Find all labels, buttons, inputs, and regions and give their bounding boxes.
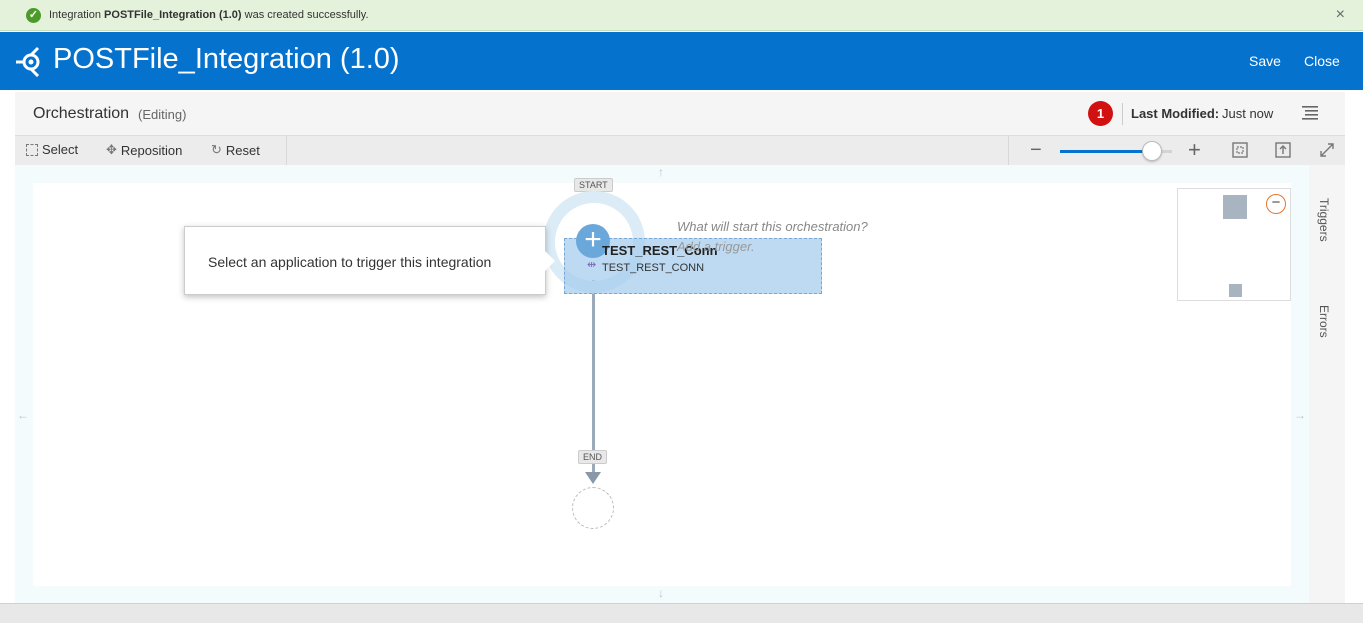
zoom-slider-handle[interactable]: [1141, 141, 1162, 161]
last-modified-value: Just now: [1222, 106, 1274, 121]
success-notification: ✓ Integration POSTFile_Integration (1.0)…: [0, 0, 1363, 31]
notification-suffix: was created successfully.: [241, 9, 369, 21]
close-icon[interactable]: ×: [1336, 6, 1345, 24]
bottom-bar: [0, 603, 1363, 623]
last-modified-label: Last Modified:: [1131, 106, 1220, 121]
divider: [1008, 136, 1009, 166]
hamburger-menu-icon[interactable]: [1302, 106, 1318, 120]
fit-to-screen-icon[interactable]: [1232, 142, 1248, 158]
pan-left-icon[interactable]: ←: [17, 408, 29, 422]
editing-status: (Editing): [138, 107, 187, 122]
expand-icon[interactable]: [1319, 142, 1335, 158]
divider: [286, 136, 287, 166]
check-circle-icon: ✓: [26, 8, 41, 23]
side-panel-rail: Triggers Errors: [1309, 165, 1345, 603]
end-label: END: [578, 450, 608, 464]
pan-down-icon[interactable]: ↓: [658, 586, 664, 600]
minimap-trigger-node: [1223, 195, 1247, 219]
zoom-in-icon[interactable]: +: [1188, 137, 1201, 163]
reposition-tool-button[interactable]: ✥ Reposition: [106, 142, 182, 158]
trigger-connection: TEST_REST_CONN: [602, 262, 705, 274]
select-tool-button[interactable]: Select: [26, 142, 78, 157]
save-button[interactable]: Save: [1249, 53, 1281, 69]
errors-tab[interactable]: Errors: [1317, 305, 1331, 338]
issues-badge[interactable]: 1: [1088, 101, 1113, 126]
reset-label: Reset: [225, 142, 260, 158]
end-node: [572, 487, 614, 529]
select-label: Select: [42, 142, 79, 157]
trigger-hint-question: What will start this orchestration?: [677, 219, 868, 234]
rest-connection-icon: ⇹: [587, 259, 597, 271]
callout-text: Select an application to trigger this in…: [208, 254, 492, 270]
pan-right-icon[interactable]: →: [1294, 408, 1306, 422]
collapse-minimap-icon[interactable]: −: [1266, 194, 1286, 214]
notification-integration-name: POSTFile_Integration (1.0): [104, 9, 242, 21]
canvas-toolbar: Select ✥ Reposition ↻ Reset − +: [15, 135, 1345, 166]
pan-up-icon[interactable]: ↑: [658, 165, 664, 179]
reset-tool-button[interactable]: ↻ Reset: [211, 142, 260, 158]
center-view-icon[interactable]: [1275, 142, 1291, 158]
zoom-slider[interactable]: [1060, 141, 1172, 161]
refresh-icon: ↻: [211, 142, 222, 157]
divider: [1122, 103, 1123, 125]
integration-logo-icon: [16, 46, 40, 77]
notification-message: Integration POSTFile_Integration (1.0) w…: [49, 9, 369, 21]
orchestration-subheader: Orchestration (Editing) 1 Last Modified:…: [15, 92, 1345, 135]
select-marquee-icon: [26, 143, 38, 156]
zoom-out-icon[interactable]: −: [1030, 139, 1042, 162]
notification-prefix: Integration: [49, 9, 105, 21]
flow-arrow-icon: [585, 472, 601, 484]
flow-connector: [592, 280, 595, 476]
reposition-label: Reposition: [120, 142, 183, 158]
section-title: Orchestration: [33, 105, 130, 122]
app-header: POSTFile_Integration (1.0) Save Close: [0, 32, 1363, 90]
page-title: POSTFile_Integration (1.0): [53, 43, 400, 75]
triggers-tab[interactable]: Triggers: [1317, 198, 1331, 242]
callout-pointer: [545, 251, 555, 271]
start-label: START: [574, 178, 613, 192]
trigger-hint-action[interactable]: Add a trigger.: [677, 239, 755, 254]
minimap-end-node: [1229, 284, 1242, 297]
trigger-callout: Select an application to trigger this in…: [184, 226, 555, 295]
close-button[interactable]: Close: [1304, 53, 1340, 69]
move-icon: ✥: [106, 142, 117, 157]
zoom-slider-fill: [1060, 150, 1152, 153]
canvas-minimap[interactable]: −: [1177, 188, 1291, 301]
